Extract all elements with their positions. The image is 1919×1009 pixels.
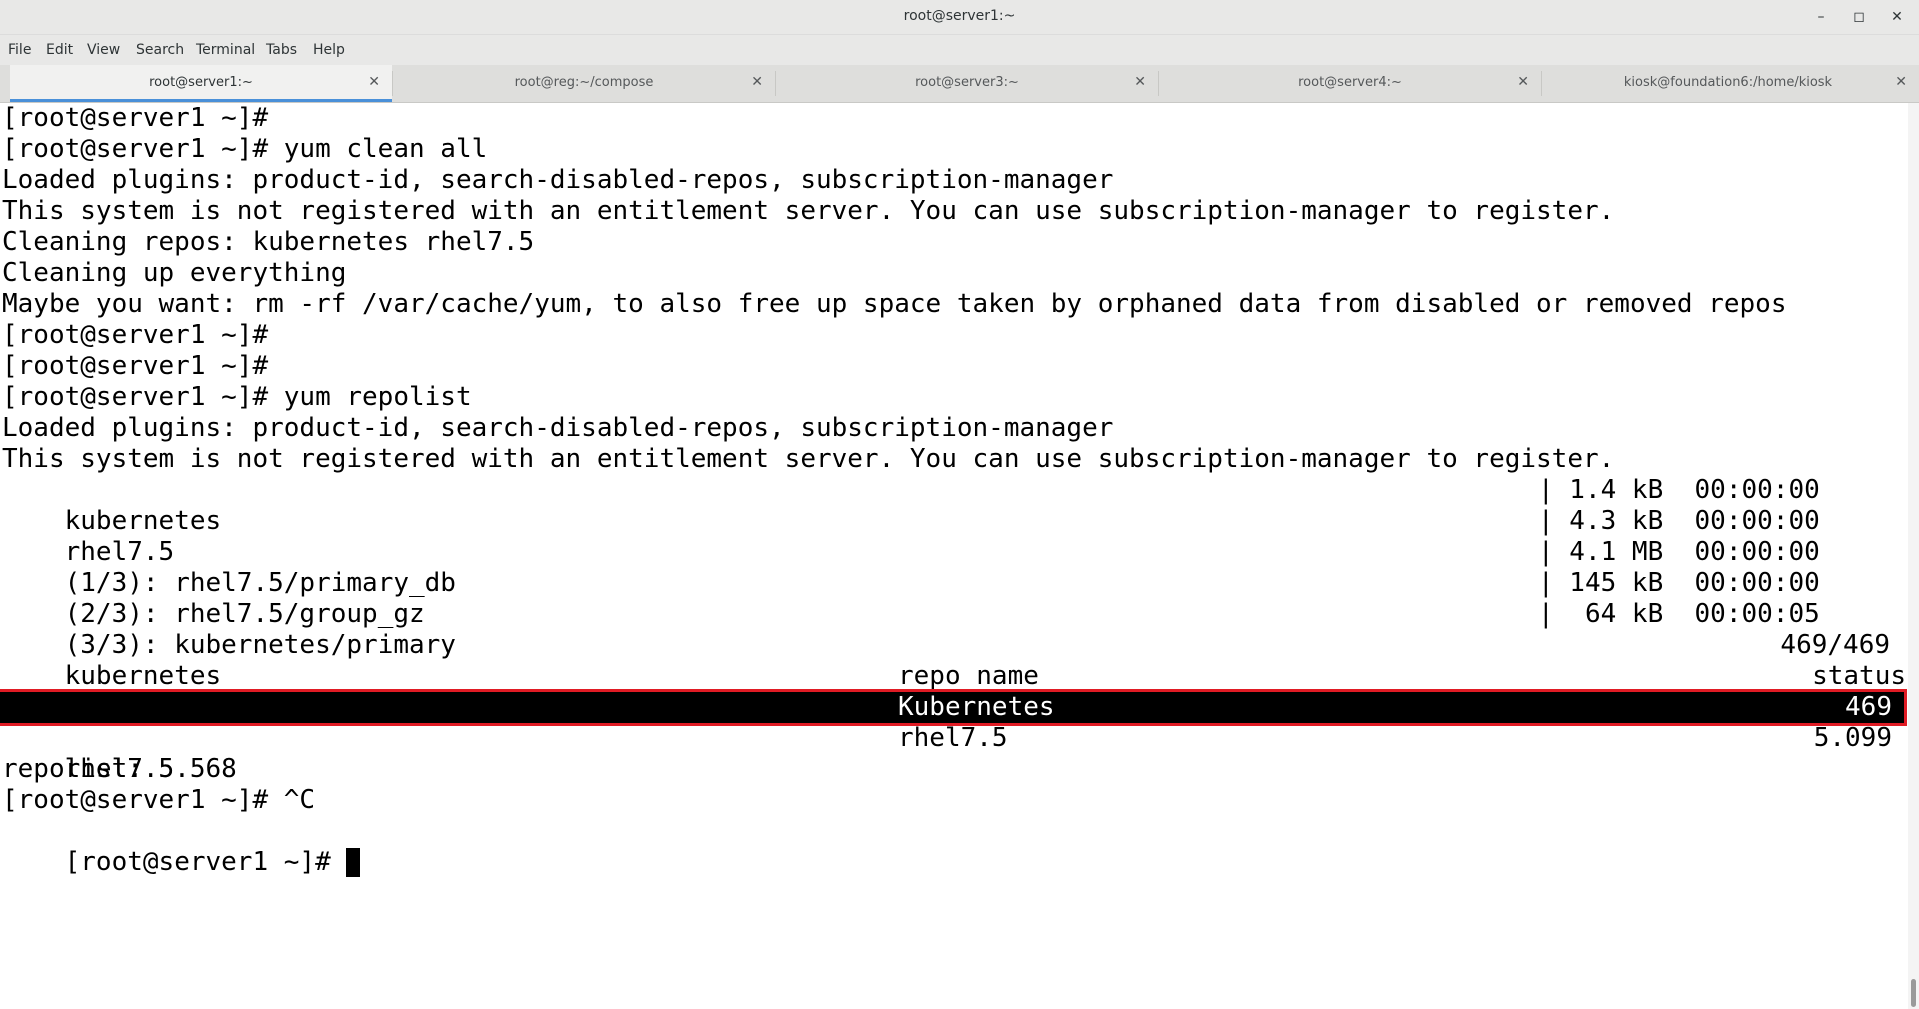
- progress-line: kubernetes 469/469: [2, 630, 1902, 691]
- table-row: rhel7.5 rhel7.5 5.099: [2, 723, 1906, 784]
- terminal-line: [root@server1 ~]# yum repolist: [2, 382, 472, 412]
- download-stats: | 1.4 kB 00:00:00: [1538, 475, 1820, 505]
- download-stats: | 4.1 MB 00:00:00: [1538, 537, 1820, 567]
- row-status: 5.099: [1813, 723, 1892, 753]
- close-button[interactable]: ✕: [1883, 6, 1911, 28]
- menu-view[interactable]: View: [87, 42, 120, 58]
- tab-root-reg-compose[interactable]: root@reg:~/compose ✕: [393, 65, 775, 102]
- tab-label: root@server1:~: [149, 75, 253, 90]
- menu-search[interactable]: Search: [136, 42, 184, 58]
- window-title: root@server1:~: [903, 8, 1016, 24]
- terminal-line: Cleaning repos: kubernetes rhel7.5: [2, 227, 535, 257]
- minimize-button[interactable]: –: [1807, 6, 1835, 28]
- progress-count: 469/469: [1780, 630, 1890, 660]
- download-stats: | 145 kB 00:00:00: [1538, 568, 1820, 598]
- prompt-line[interactable]: [root@server1 ~]#: [2, 816, 361, 877]
- terminal-line: Loaded plugins: product-id, search-disab…: [2, 413, 1114, 443]
- tab-root-server4[interactable]: root@server4:~ ✕: [1159, 65, 1541, 102]
- tab-close-icon[interactable]: ✕: [368, 74, 380, 90]
- terminal-scrollbar[interactable]: [1908, 103, 1919, 1009]
- tab-root-server3[interactable]: root@server3:~ ✕: [776, 65, 1158, 102]
- window-titlebar[interactable]: root@server1:~ – ◻ ✕: [0, 0, 1919, 35]
- terminal-line: repolist: 5.568: [2, 754, 237, 784]
- tab-label: root@reg:~/compose: [514, 75, 654, 90]
- menu-tabs[interactable]: Tabs: [266, 42, 297, 58]
- download-stats: | 64 kB 00:00:05: [1538, 599, 1820, 629]
- menu-file[interactable]: File: [8, 42, 31, 58]
- header-repo-name: repo name: [898, 661, 1039, 691]
- download-stats: | 4.3 kB 00:00:00: [1538, 506, 1820, 536]
- row-status: 469: [1845, 692, 1892, 722]
- download-line: kubernetes | 1.4 kB 00:00:00: [2, 475, 1820, 536]
- tab-root-server1[interactable]: root@server1:~ ✕: [10, 65, 392, 102]
- terminal-line: Loaded plugins: product-id, search-disab…: [2, 165, 1114, 195]
- prompt-text: [root@server1 ~]#: [64, 847, 347, 877]
- download-line: (3/3): kubernetes/primary | 64 kB 00:00:…: [2, 599, 1820, 660]
- tab-label: root@server3:~: [915, 75, 1019, 90]
- download-line: (1/3): rhel7.5/primary_db | 4.1 MB 00:00…: [2, 537, 1820, 598]
- terminal-line: [root@server1 ~]# yum clean all: [2, 134, 488, 164]
- tab-close-icon[interactable]: ✕: [1895, 74, 1907, 90]
- table-header: repo id repo name status: [2, 661, 1906, 722]
- tab-bar: root@server1:~ ✕ root@reg:~/compose ✕ ro…: [0, 65, 1919, 103]
- download-line: (2/3): rhel7.5/group_gz | 145 kB 00:00:0…: [2, 568, 1820, 629]
- terminal-line: Maybe you want: rm -rf /var/cache/yum, t…: [2, 289, 1787, 319]
- tab-label: root@server4:~: [1298, 75, 1402, 90]
- header-status: status: [1812, 661, 1906, 691]
- tab-kiosk-foundation6[interactable]: kiosk@foundation6:/home/kiosk ✕: [1537, 65, 1919, 102]
- menu-help[interactable]: Help: [313, 42, 345, 58]
- menu-edit[interactable]: Edit: [46, 42, 73, 58]
- tab-close-icon[interactable]: ✕: [1134, 74, 1146, 90]
- text-cursor: [346, 848, 361, 877]
- terminal-line: This system is not registered with an en…: [2, 444, 1615, 474]
- menu-terminal[interactable]: Terminal: [196, 42, 255, 58]
- terminal-line: [root@server1 ~]#: [2, 351, 269, 381]
- terminal-line: [root@server1 ~]#: [2, 320, 269, 350]
- terminal-line: [root@server1 ~]#: [2, 103, 269, 133]
- terminal-line: Cleaning up everything: [2, 258, 347, 288]
- terminal-line: This system is not registered with an en…: [2, 196, 1615, 226]
- maximize-button[interactable]: ◻: [1845, 6, 1873, 28]
- tab-close-icon[interactable]: ✕: [751, 74, 763, 90]
- table-row: kubernetes Kubernetes 469: [2, 692, 1906, 753]
- scrollbar-thumb[interactable]: [1911, 979, 1916, 1007]
- tab-label: kiosk@foundation6:/home/kiosk: [1623, 75, 1833, 90]
- row-repo-name: rhel7.5: [898, 723, 1008, 753]
- menu-bar: File Edit View Search Terminal Tabs Help: [0, 35, 1919, 65]
- tab-close-icon[interactable]: ✕: [1517, 74, 1529, 90]
- download-line: rhel7.5 | 4.3 kB 00:00:00: [2, 506, 1820, 567]
- row-repo-name: Kubernetes: [898, 692, 1055, 722]
- terminal-output[interactable]: [root@server1 ~]# [root@server1 ~]# yum …: [0, 103, 1908, 1009]
- terminal-line: [root@server1 ~]# ^C: [2, 785, 316, 815]
